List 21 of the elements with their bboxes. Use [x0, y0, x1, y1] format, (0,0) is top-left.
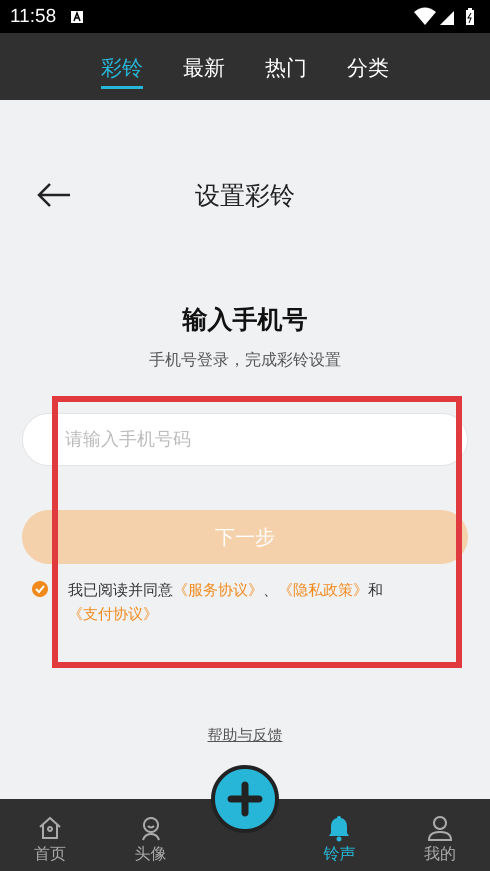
- person-icon: [426, 814, 454, 842]
- page-title: 设置彩铃: [195, 180, 295, 212]
- bottom-nav-item[interactable]: 我的: [400, 814, 480, 865]
- form-heading: 输入手机号: [182, 304, 308, 336]
- agreement-text: 我已阅读并同意《服务协议》、《隐私政策》和 《支付协议》: [68, 580, 384, 625]
- nav-tab[interactable]: 最新: [183, 50, 225, 89]
- status-icons-drawing: [414, 6, 476, 26]
- phone-input-field[interactable]: 请输入手机号码: [22, 413, 468, 466]
- help-feedback-link[interactable]: 帮助与反馈: [208, 726, 282, 745]
- bottom-nav-item[interactable]: 铃声: [299, 814, 380, 865]
- bottom-nav-item[interactable]: 首页: [10, 814, 90, 865]
- keyboard-notification-icon: [70, 10, 84, 24]
- form-subtitle: 手机号登录，完成彩铃设置: [149, 350, 341, 371]
- check-icon: [35, 584, 45, 594]
- nav-tab[interactable]: 彩铃: [101, 50, 143, 89]
- plus-icon: [224, 779, 265, 819]
- status-time: 11:58: [10, 6, 56, 28]
- nav-tab[interactable]: 分类: [347, 50, 389, 89]
- bottom-nav-item[interactable]: 头像: [110, 814, 191, 865]
- agreement-checkbox[interactable]: [32, 581, 48, 597]
- nav-tab[interactable]: 热门: [265, 50, 307, 89]
